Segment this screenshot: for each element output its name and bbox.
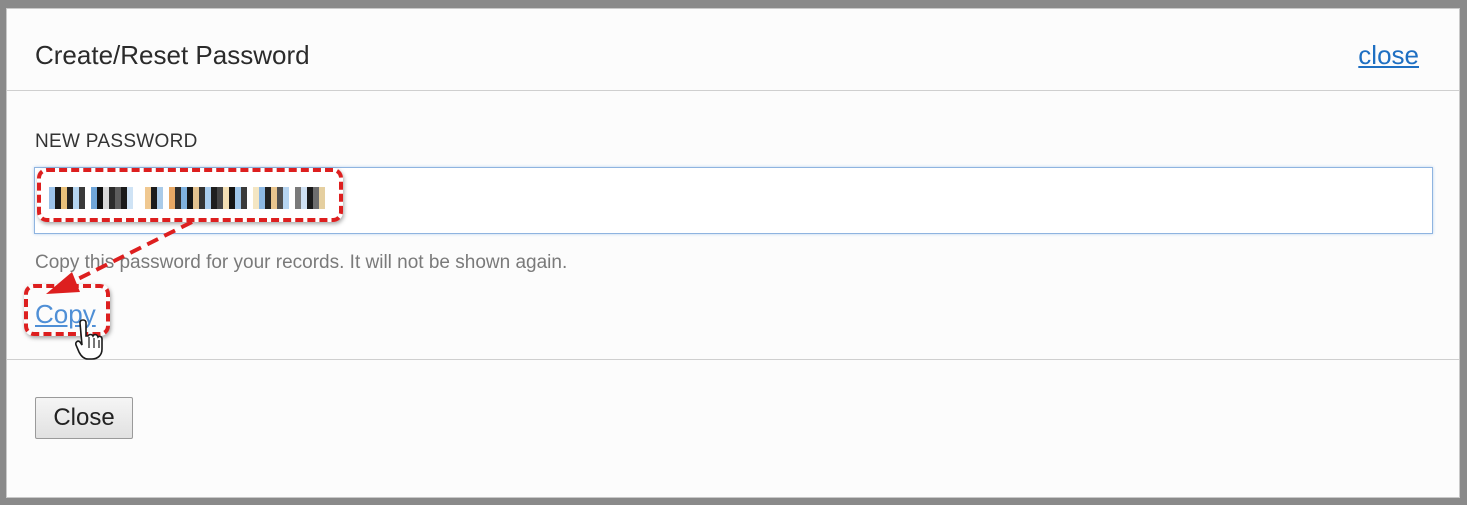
password-highlight-annotation <box>37 168 343 222</box>
close-link[interactable]: close <box>1358 40 1419 70</box>
hand-pointer-cursor-icon <box>75 319 103 360</box>
reset-password-dialog: Create/Reset Password close NEW PASSWORD… <box>6 8 1460 498</box>
dialog-title: Create/Reset Password <box>35 40 310 70</box>
password-hint-text: Copy this password for your records. It … <box>35 252 568 273</box>
dialog-header: Create/Reset Password close <box>7 9 1459 91</box>
footer-divider <box>7 359 1459 360</box>
close-button[interactable]: Close <box>35 397 133 439</box>
new-password-label: NEW PASSWORD <box>35 131 198 152</box>
